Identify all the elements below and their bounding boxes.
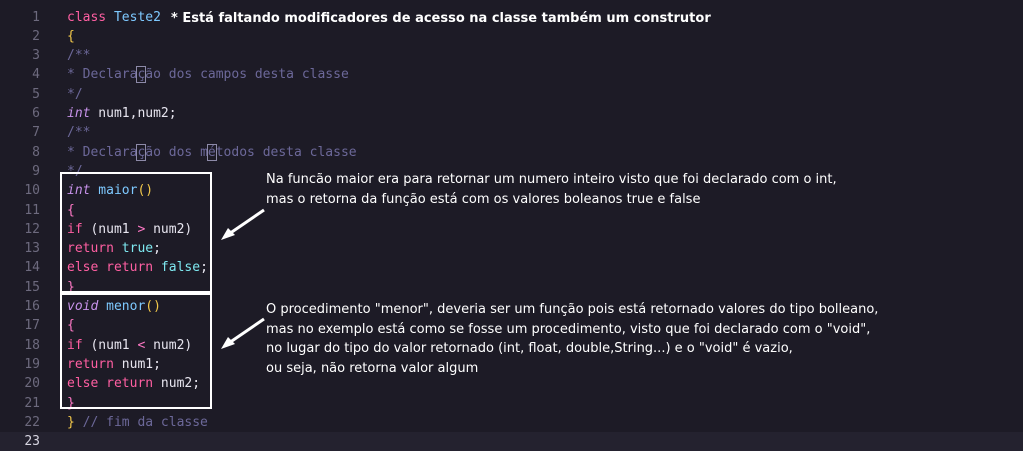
code-text[interactable]: */: [67, 85, 83, 104]
line-number: 4: [32, 67, 40, 83]
line-number: 10: [24, 183, 40, 199]
code-line[interactable]: 3 /**: [0, 46, 1023, 65]
menor-annotation: O procedimento "menor", deveria ser um f…: [266, 300, 878, 378]
code-token: todos desta classe: [215, 144, 357, 160]
code-text[interactable]: * Declaração dos campos desta classe: [67, 65, 349, 84]
code-token: }: [67, 414, 75, 430]
line-number: 14: [24, 260, 40, 276]
line-number: 11: [24, 202, 40, 218]
code-token: // fim da classe: [74, 414, 208, 430]
maior-annotation: Na funcão maior era para retornar um num…: [266, 170, 837, 209]
code-text[interactable]: /**: [67, 123, 90, 142]
code-token: é: [206, 143, 217, 161]
maior-function-highlight-box: [60, 172, 212, 293]
code-token: {: [67, 28, 75, 44]
menor-annotation-line: ou seja, não retorna valor algum: [266, 360, 479, 376]
code-token: /**: [67, 48, 91, 64]
menor-annotation-line: no lugar do tipo do valor retornado (int…: [266, 341, 793, 356]
line-number: 15: [24, 279, 40, 295]
code-line[interactable]: 23: [0, 432, 1023, 451]
line-number: 9: [32, 163, 40, 179]
line-number: 2: [32, 28, 40, 44]
arrow-to-menor-icon: [221, 317, 265, 349]
line-number: 16: [24, 299, 40, 314]
code-token: Teste2: [113, 9, 161, 25]
maior-annotation-line: Na funcão maior era para retornar um num…: [266, 172, 837, 187]
line-number: 13: [24, 241, 40, 257]
line-number: 3: [32, 48, 40, 64]
line-number: 22: [24, 414, 40, 430]
code-token: int: [67, 106, 91, 121]
code-text[interactable]: int num1,num2;: [67, 104, 177, 123]
top-annotation: * Está faltando modificadores de acesso …: [171, 9, 711, 29]
maior-annotation-line: mas o retorna da função está com os valo…: [266, 191, 701, 207]
line-number: 19: [24, 356, 40, 372]
arrow-to-maior-icon: [221, 208, 265, 240]
code-token: num1,num2;: [90, 106, 177, 121]
code-line[interactable]: 7 /**: [0, 123, 1023, 142]
line-number: 8: [32, 144, 40, 160]
code-text[interactable]: } // fim da classe: [67, 413, 208, 432]
code-line[interactable]: 2{: [0, 27, 1023, 46]
code-token: /**: [67, 125, 91, 141]
code-text[interactable]: class Teste2: [67, 8, 161, 27]
line-number: 18: [24, 337, 40, 353]
code-text[interactable]: * Declaração dos métodos desta classe: [67, 143, 357, 162]
code-line[interactable]: 5 */: [0, 85, 1023, 104]
line-number: 23: [24, 434, 40, 450]
code-token: */: [67, 86, 83, 102]
line-number: 12: [24, 221, 40, 237]
code-token: * Declara: [67, 144, 138, 160]
line-number: 20: [24, 376, 40, 392]
menor-procedure-highlight-box: [60, 293, 212, 409]
line-number: 5: [32, 86, 40, 102]
menor-annotation-line: O procedimento "menor", deveria ser um f…: [266, 302, 879, 317]
top-annotation-text: * Está faltando modificadores de acesso …: [171, 11, 711, 26]
code-text[interactable]: {: [67, 27, 75, 46]
line-number: 17: [24, 318, 40, 334]
line-number: 7: [32, 125, 40, 141]
code-line[interactable]: 8 * Declaração dos métodos desta classe: [0, 143, 1023, 162]
line-number: 6: [32, 106, 40, 121]
code-token: ão dos m: [145, 144, 208, 160]
code-line[interactable]: 6 int num1,num2;: [0, 104, 1023, 123]
code-token: class: [67, 9, 114, 25]
code-line[interactable]: 4 * Declaração dos campos desta classe: [0, 65, 1023, 84]
code-token: * Declara: [67, 67, 138, 83]
code-line[interactable]: 22} // fim da classe: [0, 413, 1023, 432]
line-number: 1: [32, 9, 40, 25]
code-text[interactable]: /**: [67, 46, 90, 65]
line-number: 21: [24, 395, 40, 411]
menor-annotation-line: mas no exemplo está como se fosse um pro…: [266, 321, 871, 337]
code-token: ão dos campos desta classe: [145, 67, 349, 83]
